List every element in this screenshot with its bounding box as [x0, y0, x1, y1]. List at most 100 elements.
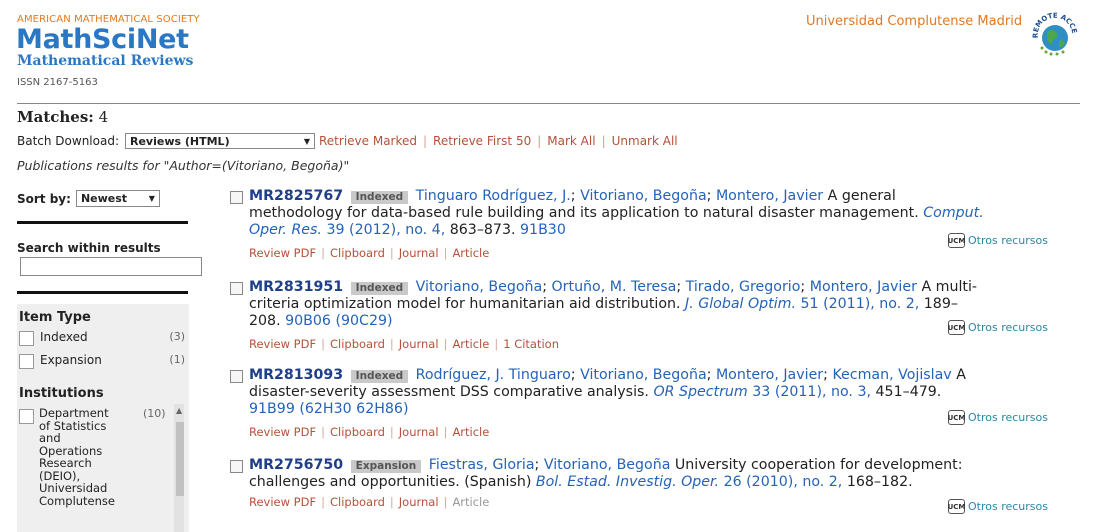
author-link[interactable]: Kecman, Vojislav	[832, 367, 951, 383]
author-link[interactable]: Vitoriano, Begoña	[416, 279, 543, 295]
status-badge: Indexed	[350, 282, 409, 295]
mark-all-link[interactable]: Mark All	[547, 134, 595, 148]
otros-recursos-link[interactable]: UCM Otros recursos	[948, 410, 1048, 425]
author-link[interactable]: Tirado, Gregorio	[686, 279, 801, 295]
journal-link[interactable]: Journal	[399, 425, 439, 439]
batch-format-select[interactable]: Reviews (HTML) ▼	[125, 133, 315, 149]
clipboard-link[interactable]: Clipboard	[330, 246, 385, 260]
review-pdf-link[interactable]: Review PDF	[249, 495, 316, 509]
article-link[interactable]: Article	[452, 337, 489, 351]
review-pdf-link[interactable]: Review PDF	[249, 246, 316, 260]
institution-item-label: Department of Statistics and Operations …	[39, 406, 115, 508]
retrieve-first-50-link[interactable]: Retrieve First 50	[433, 134, 531, 148]
facet-checkbox[interactable]	[19, 409, 34, 424]
author-link[interactable]: Rodríguez, J. Tinguaro	[416, 367, 571, 383]
facet-item-expansion[interactable]: Expansion (1)	[19, 353, 187, 369]
journal-link[interactable]: Comput.	[923, 205, 983, 221]
otros-recursos-link[interactable]: UCM Otros recursos	[948, 233, 1048, 248]
journal-link[interactable]: Journal	[399, 246, 439, 260]
result-checkbox[interactable]	[230, 282, 243, 295]
batch-download-label: Batch Download:	[17, 134, 119, 148]
ucm-icon: UCM	[948, 499, 965, 514]
volume-link[interactable]: 26 (2010), no. 2,	[724, 474, 843, 490]
result-links: Review PDF | Clipboard | Journal | Article	[249, 495, 490, 509]
mathscinet-logo[interactable]: MathSciNet	[16, 24, 189, 55]
institution-name: Universidad Complutense Madrid	[806, 14, 1023, 29]
volume-link[interactable]: 51 (2011), no. 2,	[801, 296, 920, 312]
facet-checkbox[interactable]	[19, 331, 34, 346]
author-link[interactable]: Montero, Javier	[716, 367, 823, 383]
result-checkbox[interactable]	[230, 460, 243, 473]
institutions-title: Institutions	[19, 386, 104, 401]
journal-link[interactable]: Journal	[399, 495, 439, 509]
author-link[interactable]: Tinguaro Rodríguez, J.	[416, 188, 571, 204]
mr-number-link[interactable]: MR2813093	[249, 367, 343, 383]
mr-number-link[interactable]: MR2825767	[249, 188, 343, 204]
volume-link[interactable]: 39 (2012), no. 4,	[326, 222, 445, 238]
msc-link[interactable]: 91B99 (62H30 62H86)	[249, 401, 408, 417]
mr-number-link[interactable]: MR2756750	[249, 457, 343, 473]
result-links: Review PDF | Clipboard | Journal | Article | 1 C…	[249, 337, 560, 351]
journal-link[interactable]: Bol. Estad. Investig. Oper.	[536, 474, 719, 490]
chevron-down-icon: ▼	[303, 136, 310, 146]
volume-link[interactable]: 33 (2011), no. 3,	[752, 384, 871, 400]
review-pdf-link[interactable]: Review PDF	[249, 425, 316, 439]
issn-label: ISSN 2167-5163	[17, 77, 98, 88]
institutions-list[interactable]: Department of Statistics and Operations …	[19, 404, 184, 532]
otros-recursos-link[interactable]: UCM Otros recursos	[948, 320, 1048, 335]
otros-recursos-link[interactable]: UCM Otros recursos	[948, 499, 1048, 514]
result-links: Review PDF | Clipboard | Journal | Article	[249, 425, 490, 439]
mr-number-link[interactable]: MR2831951	[249, 279, 343, 295]
scrollbar-thumb[interactable]	[176, 422, 184, 496]
citation-link[interactable]: 1 Citation	[503, 337, 559, 351]
author-link[interactable]: Vitoriano, Begoña	[580, 367, 707, 383]
author-link[interactable]: Montero, Javier	[810, 279, 917, 295]
sort-control: Sort by: Newest ▼	[17, 190, 160, 207]
review-pdf-link[interactable]: Review PDF	[249, 337, 316, 351]
clipboard-link[interactable]: Clipboard	[330, 425, 385, 439]
batch-download-bar: Batch Download: Reviews (HTML) ▼ Retrieve…	[17, 133, 678, 149]
ucm-icon: UCM	[948, 320, 965, 335]
status-badge: Indexed	[350, 370, 409, 383]
sidebar-divider	[17, 291, 188, 294]
retrieve-marked-link[interactable]: Retrieve Marked	[319, 134, 417, 148]
journal-link[interactable]: J. Global Optim.	[685, 296, 796, 312]
scroll-up-icon[interactable]: ▲	[176, 406, 182, 415]
author-link[interactable]: Montero, Javier	[716, 188, 823, 204]
clipboard-link[interactable]: Clipboard	[330, 337, 385, 351]
facet-item-indexed[interactable]: Indexed (3)	[19, 330, 187, 346]
sort-label: Sort by:	[17, 191, 71, 206]
chevron-down-icon: ▼	[148, 194, 155, 203]
author-link[interactable]: Fiestras, Gloria	[429, 457, 535, 473]
result-checkbox[interactable]	[230, 191, 243, 204]
journal-link[interactable]: Journal	[399, 337, 439, 351]
sidebar-divider	[17, 221, 188, 224]
msc-link[interactable]: 90B06 (90C29)	[285, 313, 392, 329]
result-checkbox[interactable]	[230, 370, 243, 383]
sort-select[interactable]: Newest ▼	[75, 190, 160, 207]
article-link[interactable]: Article	[452, 246, 489, 260]
article-link[interactable]: Article	[452, 425, 489, 439]
publications-query: Publications results for "Author=(Vitori…	[17, 158, 350, 173]
search-within-label: Search within results	[17, 241, 161, 255]
facet-checkbox[interactable]	[19, 354, 34, 369]
result-links: Review PDF | Clipboard | Journal | Article	[249, 246, 490, 260]
journal-link[interactable]: OR Spectrum	[653, 384, 747, 400]
unmark-all-link[interactable]: Unmark All	[612, 134, 678, 148]
header-divider	[17, 103, 1080, 104]
remote-access-icon[interactable]: REMOTE ACCESS	[1027, 4, 1080, 60]
author-link[interactable]: Vitoriano, Begoña	[580, 188, 707, 204]
ucm-icon: UCM	[948, 410, 965, 425]
ucm-icon: UCM	[948, 233, 965, 248]
clipboard-link[interactable]: Clipboard	[330, 495, 385, 509]
msc-link[interactable]: 91B30	[520, 222, 566, 238]
author-link[interactable]: Vitoriano, Begoña	[544, 457, 671, 473]
author-link[interactable]: Ortuño, M. Teresa	[552, 279, 677, 295]
status-badge: Indexed	[350, 191, 409, 204]
journal-link[interactable]: Oper. Res.	[249, 222, 322, 238]
matches-count: Matches: 4	[17, 108, 109, 126]
facet-panel: Item Type Indexed (3) Expansion (1) Inst…	[17, 304, 189, 532]
search-within-input[interactable]	[20, 257, 202, 276]
institution-count: (10)	[143, 407, 166, 420]
article-link: Article	[452, 495, 490, 509]
